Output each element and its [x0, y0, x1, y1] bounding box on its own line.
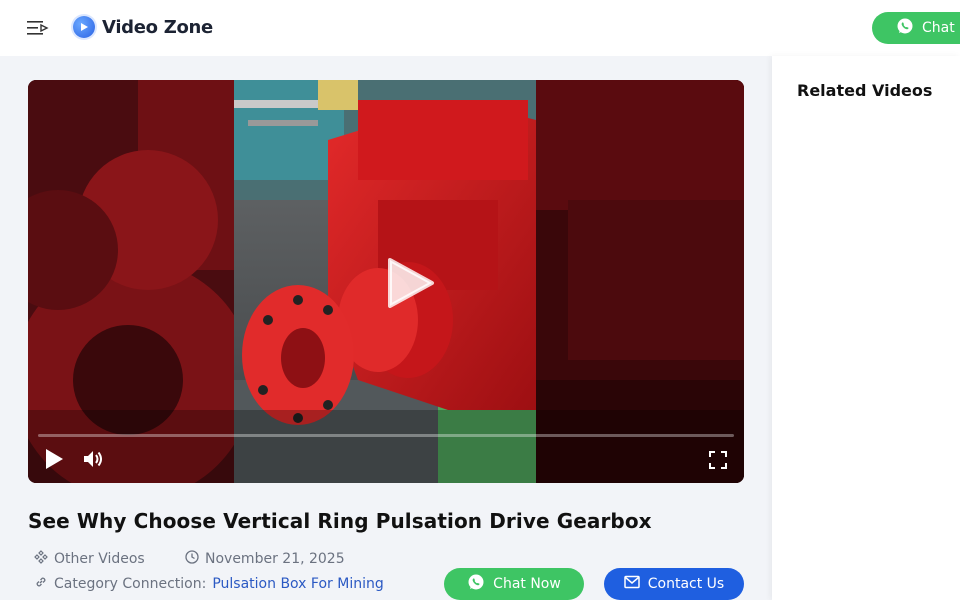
header-chat-button[interactable]: Chat	[872, 12, 960, 44]
video-progress-bar[interactable]	[38, 434, 734, 437]
date-meta: November 21, 2025	[185, 550, 345, 568]
category-link[interactable]: Pulsation Box For Mining	[212, 576, 383, 592]
site-logo[interactable]: Video Zone	[73, 16, 213, 38]
whatsapp-icon	[467, 573, 485, 595]
video-player[interactable]	[28, 80, 744, 483]
category-grid-icon	[34, 550, 48, 568]
whatsapp-icon	[896, 17, 914, 39]
chat-now-label: Chat Now	[493, 576, 561, 592]
related-videos-sidebar: Related Videos	[772, 56, 960, 600]
play-circle-icon	[73, 16, 95, 38]
main-content: See Why Choose Vertical Ring Pulsation D…	[0, 56, 772, 600]
video-title: See Why Choose Vertical Ring Pulsation D…	[28, 509, 652, 533]
logo-text: Video Zone	[102, 16, 213, 38]
menu-icon[interactable]	[26, 17, 50, 39]
volume-icon[interactable]	[82, 448, 106, 470]
related-videos-title: Related Videos	[797, 81, 933, 100]
category-meta: Category Connection: Pulsation Box For M…	[34, 575, 384, 593]
contact-us-button[interactable]: Contact Us	[604, 568, 744, 600]
header-chat-label: Chat	[922, 20, 955, 36]
big-play-icon[interactable]	[386, 258, 436, 308]
play-icon[interactable]	[43, 448, 65, 470]
chat-now-button[interactable]: Chat Now	[444, 568, 584, 600]
fullscreen-icon[interactable]	[708, 450, 728, 470]
top-header: Video Zone Chat	[0, 0, 960, 56]
link-icon	[34, 575, 48, 593]
contact-us-label: Contact Us	[647, 576, 725, 592]
publish-date: November 21, 2025	[205, 551, 345, 567]
other-videos-meta: Other Videos	[34, 550, 145, 568]
mail-icon	[624, 575, 640, 593]
other-videos-text: Other Videos	[54, 551, 145, 567]
clock-icon	[185, 550, 199, 568]
category-label: Category Connection:	[54, 576, 207, 592]
